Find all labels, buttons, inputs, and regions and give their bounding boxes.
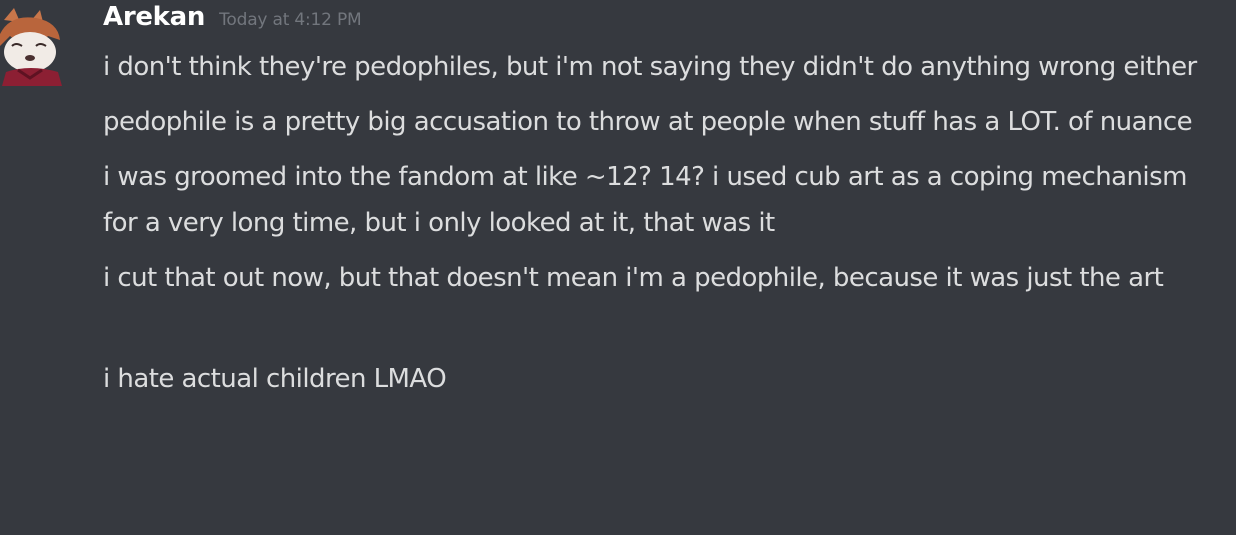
username[interactable]: Arekan [103, 2, 205, 32]
chat-message: Arekan Today at 4:12 PM i don't think th… [0, 0, 1236, 535]
message-line: i don't think they're pedophiles, but i'… [103, 52, 1197, 82]
message-header: Arekan Today at 4:12 PM [103, 2, 362, 38]
message-line: pedophile is a pretty big accusation to … [103, 107, 1193, 137]
message-line: i cut that out now, but that doesn't mea… [103, 263, 1164, 293]
message-content: i don't think they're pedophiles, but i'… [103, 44, 1208, 411]
fox-avatar-icon [0, 8, 62, 86]
timestamp: Today at 4:12 PM [219, 10, 362, 30]
avatar[interactable] [0, 6, 66, 86]
message-line: i was groomed into the fandom at like ~1… [103, 162, 1187, 238]
message-line: i hate actual children LMAO [103, 364, 447, 394]
